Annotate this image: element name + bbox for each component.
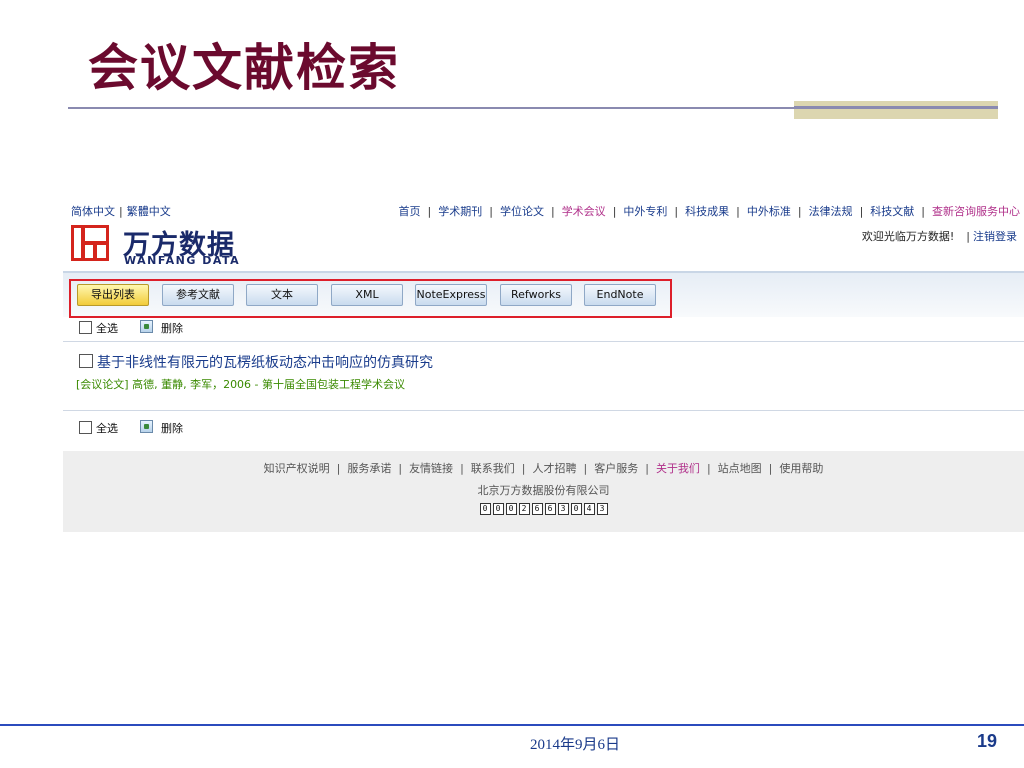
- divider: [63, 410, 1024, 411]
- counter-digit: 0: [505, 503, 517, 515]
- result-checkbox[interactable]: [79, 354, 93, 368]
- welcome-text: 欢迎光临万方数据!: [861, 230, 955, 243]
- counter-digit: 0: [492, 503, 504, 515]
- delete-label[interactable]: 删除: [161, 422, 183, 435]
- select-all-checkbox[interactable]: [79, 321, 92, 334]
- nav-item-journals[interactable]: 学术期刊: [438, 205, 482, 218]
- footer-link-friends[interactable]: 友情链接: [409, 462, 453, 475]
- wanfang-screenshot: 简体中文 | 繁體中文 万方数据 WANFANG DATA 首页 | 学术期刊 | 学位论文…: [63, 195, 1024, 532]
- lang-traditional-link[interactable]: 繁體中文: [127, 205, 171, 218]
- site-footer: 知识产权说明 | 服务承诺 | 友情链接 | 联系我们 | 人才招聘 | 客户服务 | 关于我们 | 站点地…: [63, 451, 1024, 532]
- counter-digit: 2: [518, 503, 530, 515]
- select-all-checkbox[interactable]: [79, 421, 92, 434]
- top-navigation: 首页 | 学术期刊 | 学位论文 | 学术会议 | 中外专利 | 科技成果 | 中外标准 | 法律法规 | 科技…: [398, 205, 1020, 218]
- nav-item-standards[interactable]: 中外标准: [747, 205, 791, 218]
- footer-links: 知识产权说明 | 服务承诺 | 友情链接 | 联系我们 | 人才招聘 | 客户服务 | 关于我们 | 站点地…: [263, 462, 824, 475]
- nav-item-patents[interactable]: 中外专利: [623, 205, 667, 218]
- counter-digit: 6: [531, 503, 543, 515]
- footer-link-about[interactable]: 关于我们: [656, 462, 700, 475]
- footer-link-customer[interactable]: 客户服务: [594, 462, 638, 475]
- counter-digit: 0: [570, 503, 582, 515]
- footer-link-contact[interactable]: 联系我们: [471, 462, 515, 475]
- lang-separator: |: [119, 205, 123, 218]
- company-name: 北京万方数据股份有限公司: [477, 484, 610, 497]
- nav-item-sci-docs[interactable]: 科技文献: [870, 205, 914, 218]
- nav-item-novelty-search[interactable]: 查新咨询服务中心: [932, 205, 1020, 218]
- select-row-bottom: 全选 删除: [79, 420, 183, 436]
- delete-icon[interactable]: [140, 420, 153, 433]
- wanfang-logo[interactable]: 万方数据 WANFANG DATA: [71, 223, 251, 267]
- slide-title: 会议文献检索: [88, 38, 400, 97]
- result-title-link[interactable]: 基于非线性有限元的瓦楞纸板动态冲击响应的仿真研究: [97, 355, 433, 371]
- result-meta: [会议论文] 高德, 董静, 李军，2006 - 第十届全国包装工程学术会议: [76, 378, 406, 391]
- footer-link-sitemap[interactable]: 站点地图: [718, 462, 762, 475]
- delete-label[interactable]: 删除: [161, 322, 183, 335]
- footer-link-service[interactable]: 服务承诺: [347, 462, 391, 475]
- slide-date: 2014年9月6日: [530, 737, 621, 753]
- footer-link-jobs[interactable]: 人才招聘: [533, 462, 577, 475]
- select-row-top: 全选 删除: [79, 320, 183, 336]
- counter-digit: 6: [544, 503, 556, 515]
- language-switch: 简体中文 | 繁體中文: [71, 203, 171, 219]
- nav-item-theses[interactable]: 学位论文: [500, 205, 544, 218]
- nav-item-home[interactable]: 首页: [399, 205, 421, 218]
- result-title: 基于非线性有限元的瓦楞纸板动态冲击响应的仿真研究: [79, 352, 433, 372]
- footer-link-help[interactable]: 使用帮助: [779, 462, 823, 475]
- counter-digit: 0: [479, 503, 491, 515]
- nav-item-conferences[interactable]: 学术会议: [562, 205, 606, 218]
- nav-item-laws[interactable]: 法律法规: [809, 205, 853, 218]
- select-all-label: 全选: [96, 422, 118, 435]
- wanfang-logo-icon: [71, 225, 109, 261]
- footer-link-ip[interactable]: 知识产权说明: [264, 462, 330, 475]
- delete-icon[interactable]: [140, 320, 153, 333]
- lang-simplified-link[interactable]: 简体中文: [71, 205, 115, 218]
- slide-footer-rule: [0, 724, 1024, 726]
- logout-link[interactable]: 注销登录: [973, 230, 1017, 243]
- export-formats-highlight: [69, 279, 672, 318]
- counter-digit: 3: [557, 503, 569, 515]
- slide-page-number: 19: [976, 731, 997, 751]
- title-accent-block: [794, 101, 998, 119]
- logo-english-text: WANFANG DATA: [124, 254, 241, 267]
- visit-counter: 0002663043: [63, 501, 1024, 515]
- welcome-bar: 欢迎光临万方数据! | 注销登录: [861, 230, 1017, 243]
- divider: [63, 341, 1024, 342]
- counter-digit: 3: [596, 503, 608, 515]
- select-all-label: 全选: [96, 322, 118, 335]
- counter-digit: 4: [583, 503, 595, 515]
- title-accent-line: [794, 106, 998, 109]
- nav-item-achievements[interactable]: 科技成果: [685, 205, 729, 218]
